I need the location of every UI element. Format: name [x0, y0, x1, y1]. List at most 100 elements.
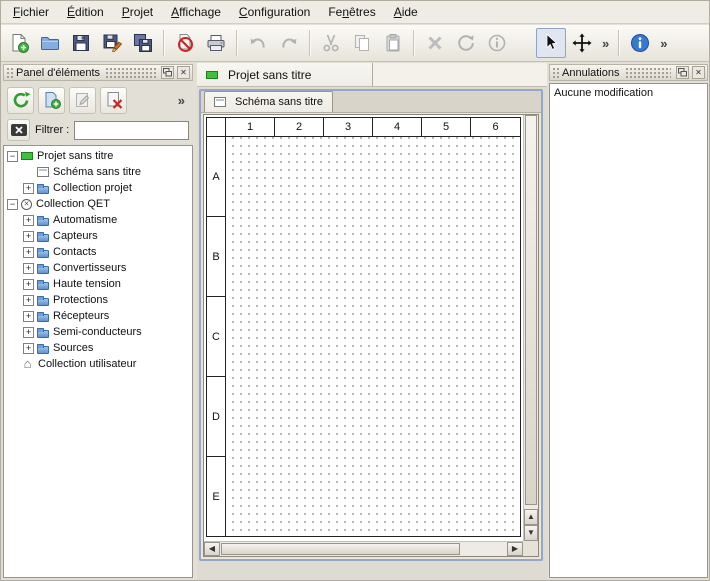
menu-item[interactable]: Aide	[385, 2, 427, 22]
tree-item[interactable]: +Sources	[4, 340, 192, 356]
horizontal-scrollbar[interactable]: ◀ ▶	[204, 541, 523, 556]
delete-element-button[interactable]	[100, 87, 127, 114]
tree-expander[interactable]: +	[23, 279, 34, 290]
tree-expander[interactable]: +	[23, 343, 34, 354]
tree-item[interactable]: +Convertisseurs	[4, 260, 192, 276]
save-icon	[70, 32, 92, 54]
tree-item[interactable]: −Projet sans titre	[4, 148, 192, 164]
tree-item[interactable]: −✕Collection QET	[4, 196, 192, 212]
save-as-button[interactable]	[97, 28, 127, 58]
scroll-up-button[interactable]: ▲	[524, 509, 538, 525]
tree-item[interactable]: +Contacts	[4, 244, 192, 260]
close-file-button[interactable]	[170, 28, 200, 58]
scroll-left-button[interactable]: ◀	[204, 542, 220, 556]
select-tool-button[interactable]	[536, 28, 566, 58]
new-element-icon	[42, 90, 62, 110]
tree-expander[interactable]: −	[7, 199, 18, 210]
expander-spacer	[7, 359, 18, 370]
reload-collections-button[interactable]	[7, 87, 34, 114]
element-tree[interactable]: −Projet sans titreSchéma sans titre+Coll…	[3, 145, 193, 578]
close-panel-button[interactable]: ✕	[692, 66, 705, 79]
folder-icon	[37, 186, 49, 194]
menu-item[interactable]: Affichage	[162, 2, 230, 22]
about-qet-button[interactable]	[625, 28, 655, 58]
tree-expander[interactable]: +	[23, 311, 34, 322]
clear-filter-button[interactable]	[7, 119, 30, 141]
tree-item[interactable]: Schéma sans titre	[4, 164, 192, 180]
tree-item[interactable]: +Capteurs	[4, 228, 192, 244]
close-panel-button[interactable]: ✕	[177, 66, 190, 79]
tree-item-label: Haute tension	[53, 278, 121, 290]
tree-item[interactable]: +Protections	[4, 292, 192, 308]
cut-button[interactable]	[316, 28, 346, 58]
toolbar-overflow-chevron[interactable]: »	[598, 36, 613, 51]
paste-button[interactable]	[378, 28, 408, 58]
tree-item[interactable]: +Automatisme	[4, 212, 192, 228]
tree-expander[interactable]: +	[23, 247, 34, 258]
save-all-button[interactable]	[128, 28, 158, 58]
diagram-canvas[interactable]: 123456 ABCDE	[204, 115, 523, 541]
save-button[interactable]	[66, 28, 96, 58]
dock-grip[interactable]	[625, 67, 672, 78]
vertical-scrollbar-thumb[interactable]	[525, 115, 537, 505]
tree-expander[interactable]: +	[23, 295, 34, 306]
tree-expander[interactable]: +	[23, 183, 34, 194]
new-document-button[interactable]	[4, 28, 34, 58]
tree-item[interactable]: +Collection projet	[4, 180, 192, 196]
float-icon	[678, 68, 687, 77]
float-panel-button[interactable]	[676, 66, 689, 79]
open-project-button[interactable]	[35, 28, 65, 58]
diagram-grid[interactable]	[226, 137, 520, 536]
tree-expander[interactable]: +	[23, 263, 34, 274]
menu-item[interactable]: Configuration	[230, 2, 319, 22]
filter-label: Filtrer :	[35, 124, 69, 136]
object-info-button[interactable]	[482, 28, 512, 58]
rotate-icon	[455, 32, 477, 54]
menu-item[interactable]: Fichier	[4, 2, 58, 22]
dock-grip[interactable]	[6, 67, 13, 78]
diagram-viewport: 123456 ABCDE ▲ ▼ ◀	[203, 114, 539, 557]
scrollbar-corner	[523, 541, 538, 556]
menu-item[interactable]: Fenêtres	[319, 2, 384, 22]
move-tool-button[interactable]	[567, 28, 597, 58]
undo-history-list[interactable]: Aucune modification	[549, 83, 708, 578]
tree-item[interactable]: ⌂Collection utilisateur	[4, 356, 192, 372]
dock-grip[interactable]	[105, 67, 156, 78]
redo-button[interactable]	[274, 28, 304, 58]
print-button[interactable]	[201, 28, 231, 58]
tree-item[interactable]: +Récepteurs	[4, 308, 192, 324]
new-element-button[interactable]	[38, 87, 65, 114]
tab-project[interactable]: Projet sans titre	[197, 63, 373, 86]
rotate-button[interactable]	[451, 28, 481, 58]
tree-expander[interactable]: +	[23, 231, 34, 242]
toolbar-overflow-chevron[interactable]: »	[656, 36, 671, 51]
tree-expander[interactable]: −	[7, 151, 18, 162]
horizontal-scrollbar-thumb[interactable]	[221, 543, 460, 555]
copy-button[interactable]	[347, 28, 377, 58]
edit-element-button[interactable]	[69, 87, 96, 114]
filter-input[interactable]	[74, 121, 189, 140]
schema-tabbar: Schéma sans titre	[201, 91, 541, 113]
undo-button[interactable]	[243, 28, 273, 58]
dock-grip[interactable]	[552, 67, 559, 78]
mdi-area: Schéma sans titre 123456 ABCDE	[197, 87, 547, 580]
tree-item[interactable]: + Haute tension	[4, 276, 192, 292]
main-toolbar: » »	[1, 25, 709, 62]
tree-expander[interactable]: +	[23, 327, 34, 338]
delete-button[interactable]	[420, 28, 450, 58]
diagram-frame: 123456 ABCDE	[206, 117, 521, 537]
menu-item[interactable]: Projet	[113, 2, 162, 22]
folder-icon	[37, 298, 49, 306]
scroll-right-button[interactable]: ▶	[507, 542, 523, 556]
float-panel-button[interactable]	[161, 66, 174, 79]
scroll-down-button[interactable]: ▼	[524, 525, 538, 541]
panel-toolbar-overflow-chevron[interactable]: »	[174, 93, 189, 108]
menu-item[interactable]: Édition	[58, 2, 113, 22]
vertical-scrollbar[interactable]: ▲ ▼	[523, 115, 538, 541]
filter-row: Filtrer :	[3, 119, 193, 145]
column-header: 1	[226, 118, 275, 136]
tab-schema[interactable]: Schéma sans titre	[204, 91, 333, 112]
tree-item[interactable]: +Semi-conducteurs	[4, 324, 192, 340]
tree-expander[interactable]: +	[23, 215, 34, 226]
qet-icon: ✕	[21, 199, 32, 210]
